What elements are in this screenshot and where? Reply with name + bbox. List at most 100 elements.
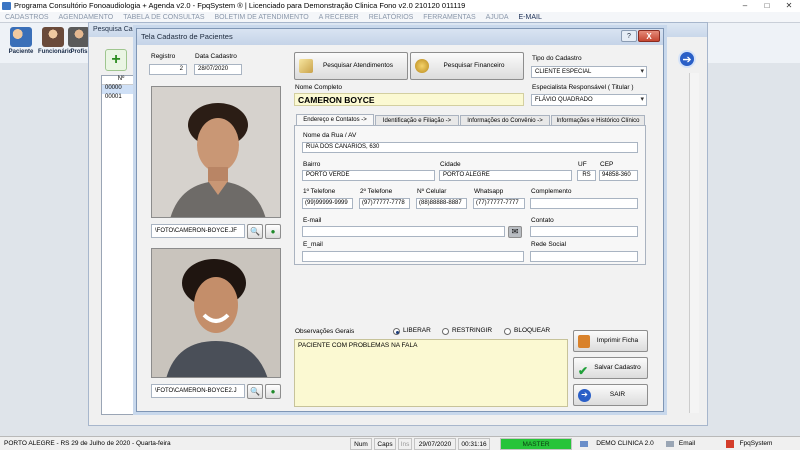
app-title-bar: Programa Consultório Fonoaudiologia + Ag… <box>0 0 800 12</box>
status-num: Num <box>350 438 372 450</box>
uf-label: UF <box>578 161 587 168</box>
search-grid: Nº 00000 00001 <box>101 75 141 415</box>
cidade-field[interactable]: PORTO ALEGRE <box>439 170 572 181</box>
menu-relatorios[interactable]: RELATÓRIOS <box>369 14 414 21</box>
camera-icon[interactable]: ● <box>265 384 281 399</box>
telefone1-label: 1º Telefone <box>303 188 336 195</box>
tipo-cadastro-select[interactable]: CLIENTE ESPECIAL <box>531 66 647 78</box>
rua-field[interactable]: RUA DOS CANARIOS, 630 <box>302 142 638 153</box>
status-date: 29/07/2020 <box>414 438 456 450</box>
status-ins: Ins <box>398 438 412 450</box>
cidade-label: Cidade <box>440 161 461 168</box>
rede-social-label: Rede Social <box>531 241 567 248</box>
celular-field[interactable]: (88)88888-8887 <box>416 198 467 209</box>
celular-label: Nº Celular <box>417 188 447 195</box>
menu-tabela-consultas[interactable]: TABELA DE CONSULTAS <box>123 14 204 21</box>
bairro-label: Bairro <box>303 161 321 168</box>
telefone2-field[interactable]: (97)77777-7778 <box>359 198 410 209</box>
status-time: 00:31:16 <box>458 438 490 450</box>
observacoes-textarea[interactable]: PACIENTE COM PROBLEMAS NA FALA <box>294 339 568 407</box>
patient-photo-1 <box>151 86 281 218</box>
pesquisar-atendimentos-button[interactable]: Pesquisar Atendimentos <box>294 52 408 80</box>
toolbar-profissional-button[interactable]: Profis <box>68 27 90 61</box>
company-icon <box>580 441 588 447</box>
arrow-right-icon[interactable]: ➔ <box>678 50 696 68</box>
patient-icon <box>10 27 32 47</box>
salvar-cadastro-button[interactable]: ✔ Salvar Cadastro <box>573 357 648 379</box>
data-cadastro-field[interactable]: 28/07/2020 <box>194 64 242 75</box>
brand-icon <box>726 440 734 448</box>
radio-bloquear[interactable] <box>504 328 511 335</box>
status-location: PORTO ALEGRE - RS 29 de Julho de 2020 - … <box>4 440 171 447</box>
registro-field[interactable]: 2 <box>149 64 187 75</box>
email-icon <box>666 441 674 447</box>
menu-boletim[interactable]: BOLETIM DE ATENDIMENTO <box>214 14 308 21</box>
menu-ferramentas[interactable]: FERRAMENTAS <box>423 14 475 21</box>
add-icon[interactable]: + <box>105 49 127 71</box>
photo2-path-field[interactable]: \FOTO\CAMERON-BOYCE2.J <box>151 384 245 398</box>
registro-label: Registro <box>151 53 176 60</box>
photo1-path-field[interactable]: \FOTO\CAMERON-BOYCE.JF <box>151 224 245 238</box>
app-icon <box>2 2 11 10</box>
grid-header: Nº <box>102 76 140 85</box>
pencil-icon <box>299 59 313 73</box>
complemento-label: Complemento <box>531 188 572 195</box>
radio-liberar[interactable] <box>393 328 400 335</box>
maximize-icon[interactable]: □ <box>756 0 778 12</box>
tipo-cadastro-label: Tipo do Cadastro <box>532 55 582 62</box>
whatsapp-field[interactable]: (77)77777-7777 <box>473 198 525 209</box>
search-icon[interactable]: 🔍 <box>247 384 263 399</box>
vertical-scrollbar[interactable] <box>689 73 699 413</box>
status-caps: Caps <box>374 438 396 450</box>
especialista-label: Especialista Responsável ( Titular ) <box>532 84 634 91</box>
status-brand: FpqSystem <box>739 440 773 447</box>
menu-email[interactable]: E-MAIL <box>519 14 542 21</box>
portrait-image <box>152 249 280 377</box>
contato-field[interactable] <box>530 226 638 237</box>
cep-field[interactable]: 94858-360 <box>599 170 638 181</box>
radio-restringir[interactable] <box>442 328 449 335</box>
telefone1-field[interactable]: (99)99999-9999 <box>302 198 353 209</box>
toolbar-funcionario-button[interactable]: Funcionário <box>38 27 72 61</box>
rede-social-field[interactable] <box>530 251 638 262</box>
whatsapp-label: Whatsapp <box>474 188 504 195</box>
patient-photo-2 <box>151 248 281 378</box>
email-label: E-mail <box>303 217 322 224</box>
uf-field[interactable]: RS <box>577 170 596 181</box>
toolbar-paciente-button[interactable]: Paciente <box>6 27 36 61</box>
help-button[interactable]: ? <box>621 30 637 42</box>
professional-icon <box>68 27 90 47</box>
employee-icon <box>42 27 64 47</box>
data-cadastro-label: Data Cadastro <box>195 53 237 60</box>
observacoes-label: Observações Gerais <box>295 328 355 335</box>
bairro-field[interactable]: PORTO VERDE <box>302 170 435 181</box>
pesquisar-financeiro-button[interactable]: Pesquisar Financeiro <box>410 52 524 80</box>
email-field[interactable] <box>302 226 505 237</box>
email2-field[interactable] <box>302 251 524 262</box>
imprimir-ficha-button[interactable]: Imprimir Ficha <box>573 330 648 352</box>
send-email-icon[interactable]: ✉ <box>508 226 522 238</box>
sair-button[interactable]: ➔ SAIR <box>573 384 648 406</box>
search-icon[interactable]: 🔍 <box>247 224 263 239</box>
menu-agendamento[interactable]: AGENDAMENTO <box>59 14 114 21</box>
email2-label: E_mail <box>303 241 323 248</box>
status-email[interactable]: Email <box>676 438 698 450</box>
close-icon[interactable]: ✕ <box>778 0 800 12</box>
table-row[interactable]: 00001 <box>102 94 140 103</box>
menu-cadastros[interactable]: CADASTROS <box>5 14 49 21</box>
menu-a-receber[interactable]: A RECEBER <box>319 14 359 21</box>
app-title: Programa Consultório Fonoaudiologia + Ag… <box>14 1 466 10</box>
status-master: MASTER <box>500 438 572 450</box>
telefone2-label: 2º Telefone <box>360 188 393 195</box>
rua-label: Nome da Rua / AV <box>303 132 357 139</box>
nome-completo-field[interactable]: CAMERON BOYCE <box>294 93 524 106</box>
camera-icon[interactable]: ● <box>265 224 281 239</box>
especialista-select[interactable]: FLÁVIO QUADRADO <box>531 94 647 106</box>
complemento-field[interactable] <box>530 198 638 209</box>
hand-icon <box>578 335 590 348</box>
menu-ajuda[interactable]: AJUDA <box>486 14 509 21</box>
cep-label: CEP <box>600 161 614 168</box>
table-row[interactable]: 00000 <box>102 85 140 94</box>
dialog-close-button[interactable]: X <box>638 30 660 42</box>
minimize-icon[interactable]: – <box>734 0 756 12</box>
